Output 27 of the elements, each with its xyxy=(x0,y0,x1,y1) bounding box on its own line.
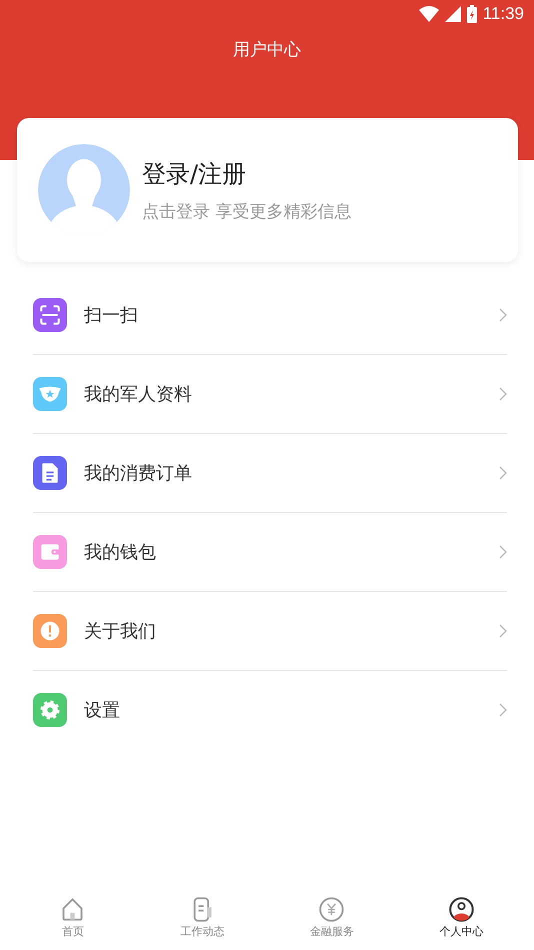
menu-item[interactable]: 扫一扫 xyxy=(33,276,507,355)
menu-item[interactable]: 我的军人资料 xyxy=(33,355,507,434)
chevron-icon xyxy=(499,387,507,401)
nav-tab[interactable]: 个人中心 xyxy=(411,892,512,950)
nav-tab[interactable]: 首页 xyxy=(22,892,123,950)
chevron-icon xyxy=(499,466,507,480)
nav-tab[interactable]: 金融服务 xyxy=(282,892,382,950)
page-title: 用户中心 xyxy=(233,39,301,61)
yen-icon xyxy=(318,896,346,923)
nav-tab[interactable]: 工作动态 xyxy=(152,892,252,950)
menu-item[interactable]: 设置 xyxy=(33,671,507,749)
battery-icon xyxy=(466,5,477,23)
menu-item[interactable]: 我的消费订单 xyxy=(33,434,507,513)
chevron-icon xyxy=(499,308,507,322)
signal-icon xyxy=(444,6,461,22)
chevron-icon xyxy=(499,545,507,559)
login-card[interactable]: 登录/注册 点击登录 享受更多精彩信息 xyxy=(17,118,518,262)
login-title[interactable]: 登录/注册 xyxy=(142,158,352,190)
chevron-icon xyxy=(499,703,507,717)
status-time: 11:39 xyxy=(482,4,524,24)
profile-icon xyxy=(448,896,475,923)
chevron-icon xyxy=(499,624,507,638)
login-subtitle: 点击登录 享受更多精彩信息 xyxy=(142,200,352,222)
wifi-icon xyxy=(418,6,439,22)
menu-item[interactable]: 我的钱包 xyxy=(33,513,507,592)
avatar-icon xyxy=(38,144,130,236)
menu-item[interactable]: 关于我们 xyxy=(33,592,507,671)
